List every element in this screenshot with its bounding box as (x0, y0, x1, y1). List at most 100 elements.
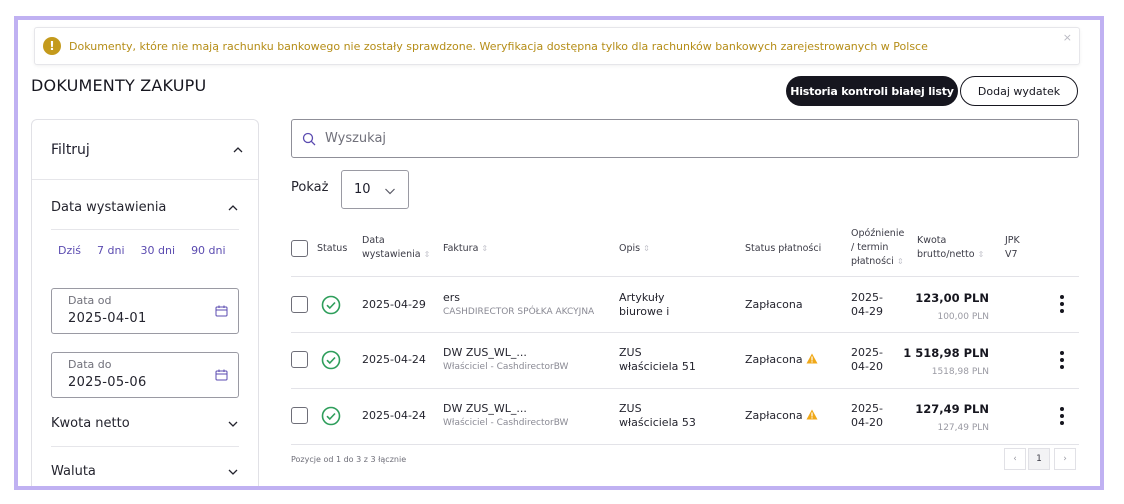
pagination-next[interactable]: › (1054, 448, 1076, 470)
filters-title: Filtruj (51, 141, 90, 158)
row-description-line1: ZUS (619, 402, 642, 415)
row-payment-status: Zapłacona (745, 409, 818, 423)
col-payment-status[interactable]: Status płatności (745, 242, 821, 256)
exclamation-icon: ! (43, 37, 61, 55)
app-frame: ! Dokumenty, które nie mają rachunku ban… (14, 16, 1104, 490)
more-options-icon[interactable] (1059, 407, 1065, 425)
pagination-prev[interactable]: ‹ (1004, 448, 1026, 470)
chevron-down-icon[interactable] (227, 418, 239, 430)
select-all-checkbox[interactable] (291, 240, 308, 257)
row-description-line2: biurowe i (619, 305, 670, 318)
calendar-icon[interactable] (215, 305, 228, 317)
row-payment-label: Zapłacona (745, 409, 803, 422)
row-due: 2025- 04-20 (851, 346, 883, 374)
row-description-line1: Artykuły (619, 291, 665, 304)
divider (291, 444, 1079, 445)
warning-icon (806, 409, 818, 420)
col-due[interactable]: Opóźnienie / termin płatności ⇕ (851, 227, 904, 269)
quick-range-90[interactable]: 90 dni (191, 244, 226, 257)
search-icon (302, 132, 316, 145)
chevron-down-icon[interactable] (227, 466, 239, 478)
divider (291, 388, 1079, 389)
date-from-field[interactable]: Data od 2025-04-01 (51, 288, 239, 334)
quick-range-30[interactable]: 30 dni (141, 244, 176, 257)
row-invoice: DW ZUS_WL_... Właściciel - CashdirectorB… (443, 346, 568, 374)
alert-text: Dokumenty, które nie mają rachunku banko… (69, 39, 928, 53)
row-due: 2025- 04-20 (851, 402, 883, 430)
net-amount-section-header[interactable]: Kwota netto (51, 416, 239, 431)
row-due-line2: 04-29 (851, 305, 883, 318)
row-gross-amount: 127,49 PLN (915, 402, 989, 416)
row-description: ZUS właściciela 53 (619, 402, 696, 430)
row-payment-label: Zapłacona (745, 353, 803, 366)
sort-icon: ⇕ (977, 250, 985, 259)
row-invoice-number[interactable]: ers (443, 291, 594, 305)
date-to-field[interactable]: Data do 2025-05-06 (51, 352, 239, 398)
row-due-line2: 04-20 (851, 416, 883, 429)
col-description[interactable]: Opis ⇕ (619, 242, 650, 256)
check-circle-icon (321, 406, 341, 426)
more-options-icon[interactable] (1059, 295, 1065, 313)
row-description: ZUS właściciela 51 (619, 346, 696, 374)
date-to-label: Data do (68, 358, 112, 371)
col-jpk[interactable]: JPK V7 (1005, 234, 1020, 262)
sort-icon: ⇕ (481, 244, 489, 253)
currency-label: Waluta (51, 464, 96, 479)
close-icon[interactable]: × (1063, 31, 1072, 44)
pagination-summary: Pozycje od 1 do 3 z 3 łącznie (291, 455, 407, 464)
col-due-line1: Opóźnienie (851, 228, 905, 239)
row-gross-amount: 1 518,98 PLN (903, 346, 989, 360)
pagination-page-1[interactable]: 1 (1028, 448, 1050, 470)
sort-icon: ⇕ (643, 244, 650, 253)
col-amount[interactable]: Kwota brutto/netto ⇕ (917, 234, 984, 262)
col-date[interactable]: Data wystawienia ⇕ (362, 234, 430, 262)
calendar-icon[interactable] (215, 369, 228, 381)
quick-range-7[interactable]: 7 dni (97, 244, 125, 257)
row-description-line2: właściciela 51 (619, 360, 696, 373)
check-circle-icon (321, 295, 341, 315)
divider (51, 446, 239, 447)
date-to-value: 2025-05-06 (68, 375, 147, 390)
divider (291, 276, 1079, 277)
row-net-amount: 1518,98 PLN (931, 367, 989, 377)
row-description-line1: ZUS (619, 346, 642, 359)
filters-header[interactable]: Filtruj (32, 120, 258, 180)
page-size-label: Pokaż (291, 180, 329, 195)
row-date: 2025-04-24 (362, 353, 426, 366)
row-invoice: DW ZUS_WL_... Właściciel - CashdirectorB… (443, 402, 568, 430)
row-invoice: ers CASHDIRECTOR SPÓŁKA AKCYJNA (443, 291, 594, 319)
row-net-amount: 100,00 PLN (937, 312, 989, 322)
row-gross-amount: 123,00 PLN (915, 291, 989, 305)
row-checkbox[interactable] (291, 296, 308, 313)
currency-section-header[interactable]: Waluta (51, 464, 239, 479)
add-expense-button[interactable]: Dodaj wydatek (960, 76, 1078, 106)
col-invoice-label: Faktura (443, 243, 479, 254)
row-payment-status: Zapłacona (745, 298, 803, 311)
quick-range-today[interactable]: Dziś (58, 244, 81, 257)
col-invoice[interactable]: Faktura ⇕ (443, 242, 488, 256)
row-payment-status: Zapłacona (745, 353, 818, 367)
row-checkbox[interactable] (291, 351, 308, 368)
col-status[interactable]: Status (317, 242, 347, 256)
chevron-down-icon (385, 188, 395, 195)
chevron-up-icon[interactable] (232, 144, 244, 156)
row-invoice-number[interactable]: DW ZUS_WL_... (443, 402, 568, 416)
col-jpk-line1: JPK (1005, 235, 1020, 246)
col-due-line3: płatności (851, 256, 894, 267)
row-company: Właściciel - CashdirectorBW (443, 418, 569, 428)
warning-icon (806, 353, 818, 364)
whitelist-history-button[interactable]: Historia kontroli białej listy (786, 76, 958, 106)
more-options-icon[interactable] (1059, 351, 1065, 369)
divider (51, 229, 239, 230)
row-checkbox[interactable] (291, 407, 308, 424)
chevron-up-icon[interactable] (227, 202, 239, 214)
date-section-header[interactable]: Data wystawienia (51, 200, 239, 215)
row-invoice-number[interactable]: DW ZUS_WL_... (443, 346, 568, 360)
row-due-line1: 2025- (851, 402, 883, 415)
page-size-select[interactable]: 10 (341, 170, 409, 209)
net-amount-label: Kwota netto (51, 416, 130, 431)
filters-panel: Filtruj Data wystawienia Dziś 7 dni 30 d… (31, 119, 259, 486)
date-section-label: Data wystawienia (51, 200, 167, 215)
search-input[interactable]: Wyszukaj (291, 119, 1079, 158)
col-date-line1: Data (362, 235, 385, 246)
